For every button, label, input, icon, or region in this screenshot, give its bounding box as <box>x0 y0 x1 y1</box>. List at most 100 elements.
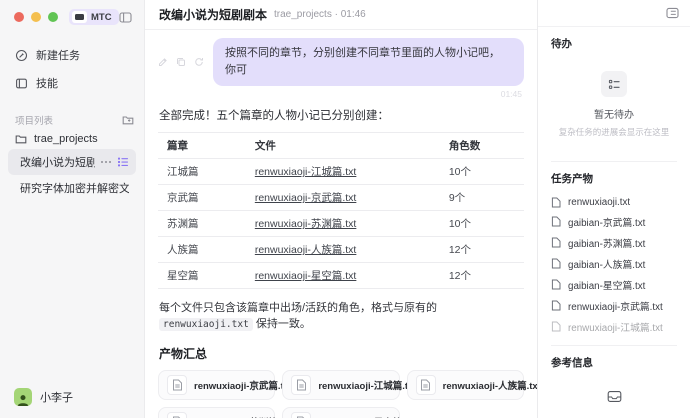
project-item-selected[interactable]: 改编小说为短剧剧本 <box>8 149 136 175</box>
note-text: 每个文件只包含该篇章中出场/活跃的角色，格式与原有的 <box>159 302 437 314</box>
titlebar: MTC <box>0 0 144 29</box>
artifact-file-name: renwuxiaoji.txt <box>568 197 630 208</box>
artifact-card[interactable]: renwuxiaoji-京武篇.txttxt <box>158 370 275 400</box>
new-task-icon <box>15 49 28 62</box>
retry-message-icon[interactable] <box>194 57 204 67</box>
chapter-cell: 星空篇 <box>158 263 246 289</box>
file-icon <box>551 258 561 269</box>
count-cell: 10个 <box>440 211 524 237</box>
page-title: 改编小说为短剧剧本 <box>159 6 267 23</box>
file-icon <box>167 375 187 395</box>
user-avatar <box>14 388 32 406</box>
app-logo-icon <box>72 11 87 23</box>
artifacts-summary-heading: 产物汇总 <box>159 345 523 362</box>
more-options-icon[interactable] <box>100 160 112 164</box>
note-text: 保持一致。 <box>253 318 311 330</box>
project-group-row[interactable]: trae_projects <box>0 127 144 149</box>
user-message-row: 按照不同的章节，分别创建不同章节里面的人物小记吧， 你可 <box>158 38 524 86</box>
reference-heading: 参考信息 <box>551 355 677 370</box>
artifact-file-item[interactable]: renwuxiaoji-江城篇.txt <box>551 316 677 337</box>
todo-section: 待办 暂无待办 复杂任务的进展会显示在这里 <box>538 27 690 153</box>
table-row: 苏渊篇 renwuxiaoji-苏渊篇.txt 10个 <box>158 211 524 237</box>
file-link[interactable]: renwuxiaoji-星空篇.txt <box>255 270 357 282</box>
assistant-note: 每个文件只包含该篇章中出场/活跃的角色，格式与原有的 renwuxiaoji.t… <box>159 299 523 331</box>
user-profile[interactable]: 小李子 <box>0 378 144 418</box>
reference-empty-state: 暂无参考信息 任务执行过程中调用的技能和参考的网页将展示在这里 <box>551 390 677 418</box>
table-row: 江城篇 renwuxiaoji-江城篇.txt 10个 <box>158 159 524 185</box>
panel-layout-icon[interactable] <box>666 7 679 19</box>
right-panel: 待办 暂无待办 复杂任务的进展会显示在这里 任务产物 renwuxiaoji.t… <box>537 0 690 418</box>
table-header-row: 篇章 文件 角色数 <box>158 133 524 159</box>
close-window-button[interactable] <box>14 12 24 22</box>
user-message-bubble: 按照不同的章节，分别创建不同章节里面的人物小记吧， 你可 <box>213 38 524 86</box>
minimize-window-button[interactable] <box>31 12 41 22</box>
count-cell: 9个 <box>440 185 524 211</box>
edit-message-icon[interactable] <box>158 57 168 67</box>
zoom-window-button[interactable] <box>48 12 58 22</box>
artifact-card[interactable]: renwuxiaoji-江城篇.txttxt <box>282 370 399 400</box>
todo-empty-icon <box>601 71 627 97</box>
user-name: 小李子 <box>40 389 73 405</box>
file-icon <box>551 237 561 248</box>
artifact-file-name: renwuxiaoji-京武篇.txt <box>568 299 663 313</box>
chapter-cell: 江城篇 <box>158 159 246 185</box>
table-row: 星空篇 renwuxiaoji-星空篇.txt 12个 <box>158 263 524 289</box>
copy-message-icon[interactable] <box>176 57 186 67</box>
file-link[interactable]: renwuxiaoji-苏渊篇.txt <box>255 218 357 230</box>
artifact-file-item[interactable]: gaibian-京武篇.txt <box>551 211 677 232</box>
message-timestamp: 01:45 <box>158 89 522 99</box>
count-cell: 12个 <box>440 237 524 263</box>
menu-item-label: 新建任务 <box>36 47 80 63</box>
right-panel-header <box>538 0 690 27</box>
artifact-file-item[interactable]: renwuxiaoji-京武篇.txt <box>551 295 677 316</box>
file-link[interactable]: renwuxiaoji-京武篇.txt <box>255 192 357 204</box>
assistant-message-intro: 全部完成！五个篇章的人物小记已分别创建： <box>159 107 524 123</box>
artifact-file-item[interactable]: gaibian-人族篇.txt <box>551 253 677 274</box>
project-item[interactable]: 研究字体加密并解密文本 <box>8 175 136 201</box>
artifact-card[interactable]: renwuxiaoji-星空篇.txttxt <box>282 407 399 418</box>
artifact-file-name: renwuxiaoji-江城篇.txt <box>568 320 663 334</box>
sidebar-toggle-icon[interactable] <box>119 11 132 24</box>
table-header: 篇章 <box>158 133 246 159</box>
chapter-cell: 京武篇 <box>158 185 246 211</box>
chapter-table: 篇章 文件 角色数 江城篇 renwuxiaoji-江城篇.txt 10个 京武… <box>158 132 524 289</box>
todo-heading: 待办 <box>551 36 677 51</box>
file-icon <box>291 375 311 395</box>
sidebar-menu: 新建任务 技能 <box>0 29 144 97</box>
page-subtitle: trae_projects · 01:46 <box>274 9 366 20</box>
main-panel: 改编小说为短剧剧本 trae_projects · 01:46 按照不同的章节，… <box>145 0 537 418</box>
chapter-cell: 人族篇 <box>158 237 246 263</box>
menu-item-skills[interactable]: 技能 <box>8 69 136 97</box>
artifact-cards: renwuxiaoji-京武篇.txttxt renwuxiaoji-江城篇.t… <box>158 370 524 418</box>
file-icon <box>167 412 187 418</box>
artifact-file-item[interactable]: renwuxiaoji.txt <box>551 193 677 211</box>
task-checklist-icon[interactable] <box>117 156 129 168</box>
artifact-card[interactable]: renwuxiaoji-人族篇.txttxt <box>407 370 524 400</box>
count-cell: 12个 <box>440 263 524 289</box>
artifact-file-item[interactable]: gaibian-星空篇.txt <box>551 274 677 295</box>
table-row: 人族篇 renwuxiaoji-人族篇.txt 12个 <box>158 237 524 263</box>
reference-section: 参考信息 暂无参考信息 任务执行过程中调用的技能和参考的网页将展示在这里 <box>538 346 690 418</box>
menu-item-new-task[interactable]: 新建任务 <box>8 41 136 69</box>
new-folder-icon[interactable] <box>122 114 134 126</box>
artifact-card[interactable]: renwuxiaoji-苏渊篇.txttxt <box>158 407 275 418</box>
artifact-card-name: renwuxiaoji-江城篇.txt <box>318 381 416 392</box>
artifact-file-name: gaibian-京武篇.txt <box>568 215 645 229</box>
file-icon <box>291 412 311 418</box>
project-list-label: 项目列表 <box>15 113 53 127</box>
project-item-label: 改编小说为短剧剧本 <box>20 154 95 170</box>
skills-icon <box>15 77 28 90</box>
menu-item-label: 技能 <box>36 75 58 91</box>
table-header: 角色数 <box>440 133 524 159</box>
todo-empty-desc: 复杂任务的进展会显示在这里 <box>551 126 677 139</box>
app-window: MTC 新建任务 技能 项目列表 trae_projects <box>0 0 690 418</box>
file-icon <box>551 197 561 208</box>
count-cell: 10个 <box>440 159 524 185</box>
todo-empty-title: 暂无待办 <box>551 106 677 121</box>
app-badge[interactable]: MTC <box>69 9 119 25</box>
file-link[interactable]: renwuxiaoji-人族篇.txt <box>255 244 357 256</box>
file-link[interactable]: renwuxiaoji-江城篇.txt <box>255 166 357 178</box>
artifact-card-name: renwuxiaoji-人族篇.txt <box>443 381 537 392</box>
artifact-file-item[interactable]: gaibian-苏渊篇.txt <box>551 232 677 253</box>
project-item-label: 研究字体加密并解密文本 <box>20 180 129 196</box>
